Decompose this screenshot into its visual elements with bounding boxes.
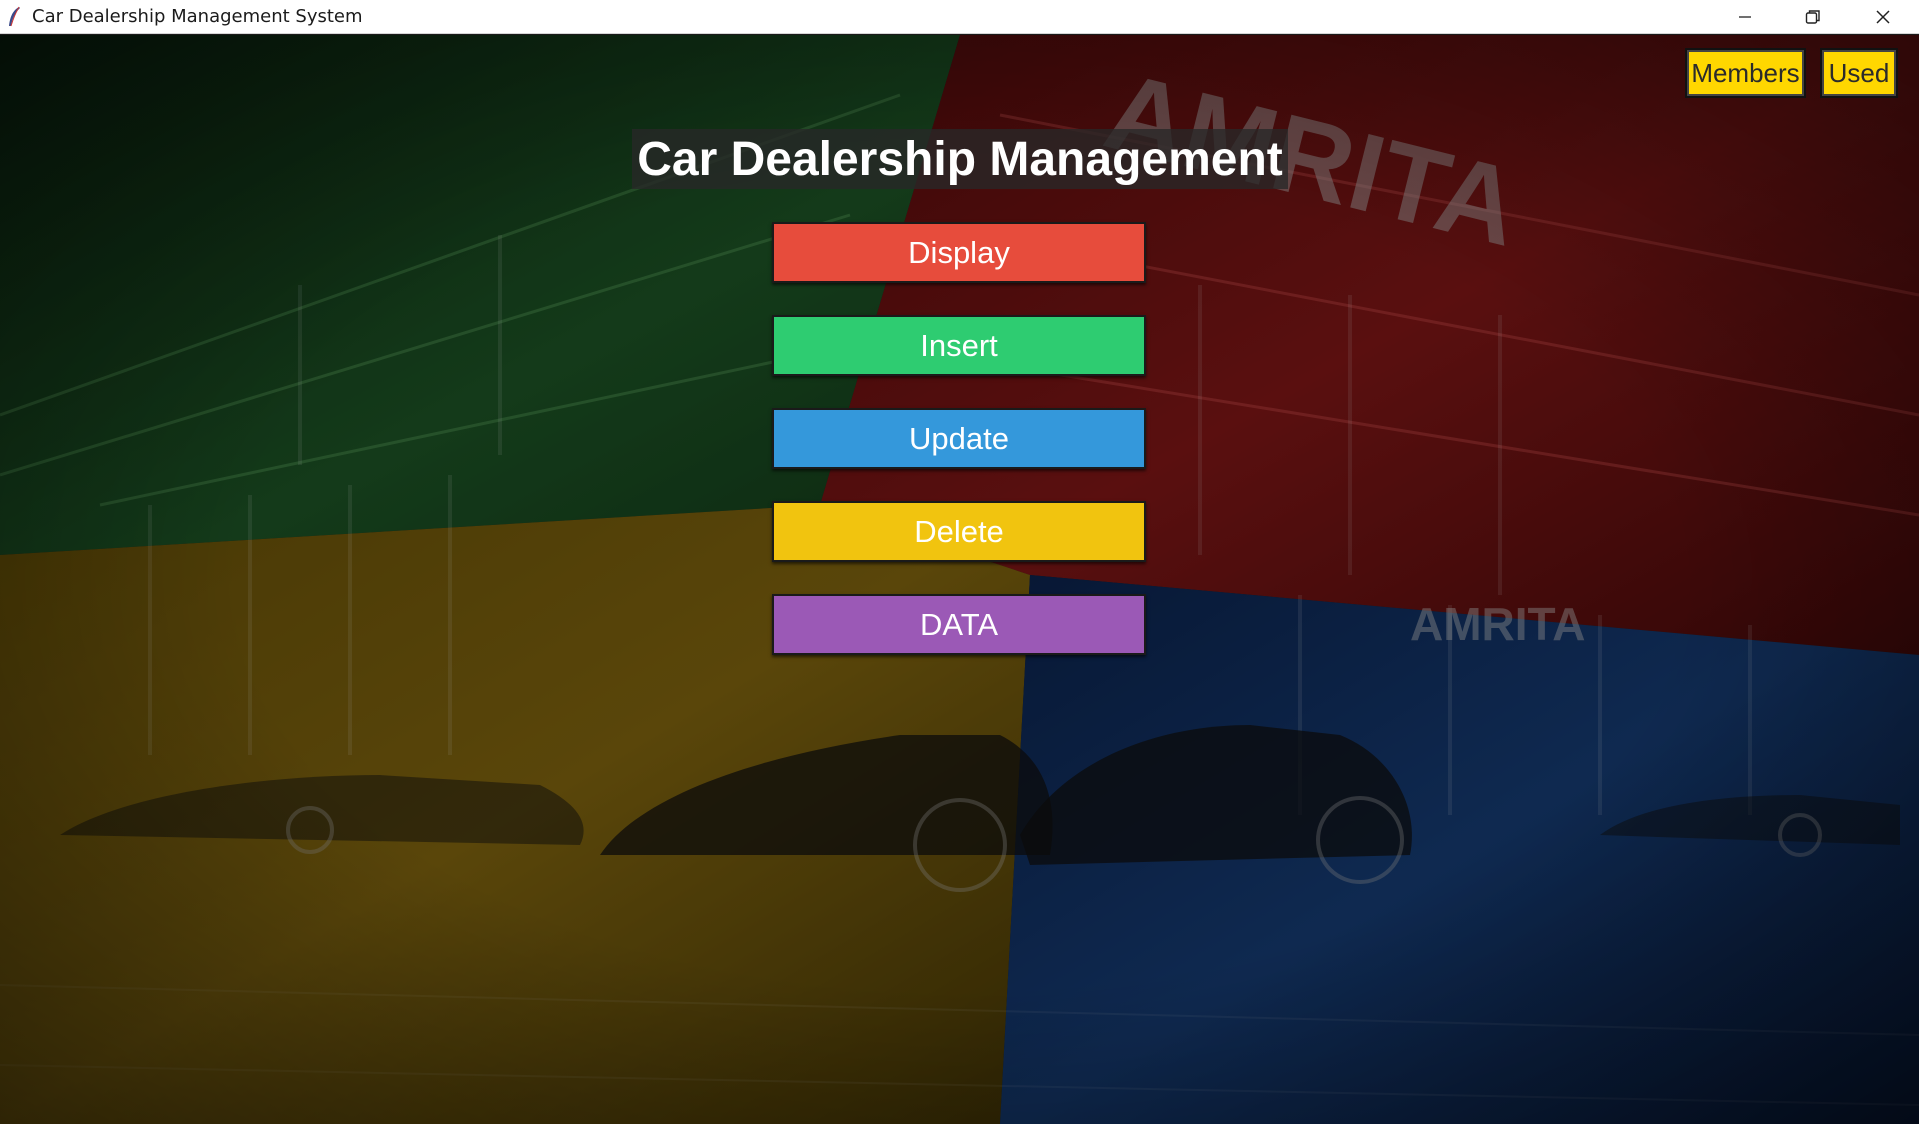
main-canvas: AMRITA AMRITA Members Used Car Dealershi… (0, 35, 1919, 1124)
insert-button[interactable]: Insert (772, 315, 1146, 376)
display-button[interactable]: Display (772, 222, 1146, 283)
window-titlebar: Car Dealership Management System (0, 0, 1919, 34)
close-button[interactable] (1848, 0, 1918, 34)
minimize-icon (1739, 16, 1751, 18)
restore-icon (1805, 10, 1820, 24)
members-button[interactable]: Members (1687, 50, 1804, 96)
minimize-button[interactable] (1710, 0, 1780, 34)
used-button[interactable]: Used (1822, 50, 1896, 96)
showroom-image: AMRITA AMRITA (0, 35, 1919, 1124)
update-button[interactable]: Update (772, 408, 1146, 469)
feather-icon (9, 6, 20, 27)
restore-button[interactable] (1778, 0, 1848, 34)
delete-button[interactable]: Delete (772, 501, 1146, 562)
data-button[interactable]: DATA (772, 594, 1146, 655)
close-icon (1876, 10, 1890, 24)
window-title: Car Dealership Management System (32, 6, 363, 27)
page-title: Car Dealership Management (632, 129, 1288, 189)
